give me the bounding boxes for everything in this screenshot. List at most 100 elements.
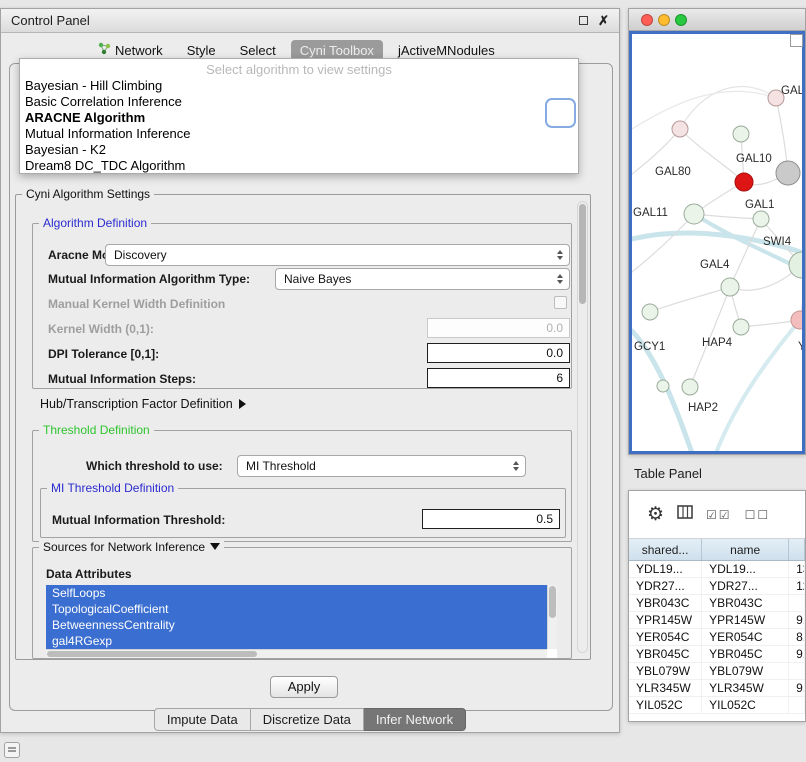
network-node[interactable] <box>721 278 739 296</box>
manual-kernel-label: Manual Kernel Width Definition <box>48 297 225 311</box>
cyni-settings-group: Cyni Algorithm Settings Algorithm Defini… <box>15 194 591 660</box>
table-cell: YLR345W <box>702 680 789 696</box>
bottom-tab-discretize-data[interactable]: Discretize Data <box>251 708 364 731</box>
zoom-traffic-light[interactable] <box>675 14 687 26</box>
close-icon[interactable]: ✗ <box>598 14 609 27</box>
network-node[interactable] <box>657 380 669 392</box>
attribute-list-item[interactable]: SelfLoops <box>46 585 547 601</box>
table-row[interactable]: YDR27...YDR27...12 <box>629 578 805 595</box>
sources-group-title[interactable]: Sources for Network Inference <box>39 540 224 554</box>
network-node[interactable] <box>642 304 658 320</box>
algorithm-option[interactable]: Basic Correlation Inference <box>20 94 578 110</box>
algorithm-option[interactable]: Bayesian - Hill Climbing <box>20 78 578 94</box>
minimize-traffic-light[interactable] <box>658 14 670 26</box>
table-column-header[interactable]: name <box>702 539 789 560</box>
network-edge[interactable] <box>632 214 694 272</box>
table-row[interactable]: YDL19...YDL19...13 <box>629 561 805 578</box>
manual-kernel-checkbox[interactable] <box>554 296 567 309</box>
algorithm-option[interactable]: Bayesian - K2 <box>20 142 578 158</box>
threshold-definition-title: Threshold Definition <box>39 423 154 437</box>
mi-threshold-label: Mutual Information Threshold: <box>52 513 225 527</box>
algorithm-dropdown[interactable]: Select algorithm to view settingsBayesia… <box>19 58 579 174</box>
network-node[interactable] <box>735 173 753 191</box>
network-node[interactable] <box>753 211 769 227</box>
network-view-window: GAL80GAL10GAL11GAL1SWI4GAL4GCY1HAP4HAP2Y… <box>628 8 806 455</box>
node-label: GAL80 <box>655 166 691 178</box>
table-cell: YDR27... <box>702 578 789 594</box>
table-cell: 13 <box>789 561 805 577</box>
table-row[interactable]: YIL052CYIL052C <box>629 697 805 714</box>
network-svg[interactable]: GAL80GAL10GAL11GAL1SWI4GAL4GCY1HAP4HAP2Y… <box>632 34 804 453</box>
attribute-list-item[interactable]: BetweennessCentrality <box>46 617 547 633</box>
network-canvas[interactable]: GAL80GAL10GAL11GAL1SWI4GAL4GCY1HAP4HAP2Y… <box>629 31 805 454</box>
node-label: GAL4 <box>700 259 730 271</box>
network-node[interactable] <box>776 161 800 185</box>
table-row[interactable]: YBL079WYBL079W <box>629 663 805 680</box>
attributes-vertical-scrollbar[interactable] <box>547 585 557 649</box>
network-node[interactable] <box>672 121 688 137</box>
network-node[interactable] <box>682 379 698 395</box>
deselect-all-checkboxes-icon[interactable]: ☐☐ <box>745 508 771 522</box>
dpi-tolerance-field[interactable]: 0.0 <box>427 343 570 363</box>
table-cell: YDR27... <box>629 578 702 594</box>
collapsed-panel-icon[interactable] <box>4 742 20 758</box>
network-node[interactable] <box>733 126 749 142</box>
apply-button[interactable]: Apply <box>270 676 338 698</box>
mi-steps-field[interactable]: 6 <box>427 368 570 388</box>
network-edge[interactable] <box>730 219 761 287</box>
data-attributes-list[interactable]: SelfLoopsTopologicalCoefficientBetweenne… <box>46 585 557 658</box>
table-column-header[interactable] <box>789 539 805 560</box>
table-cell: 12 <box>789 578 805 594</box>
mi-type-label: Mutual Information Algorithm Type: <box>48 272 250 286</box>
select-all-checkboxes-icon[interactable]: ☑☑ <box>706 508 732 522</box>
table-cell: YIL052C <box>702 697 789 713</box>
columns-icon[interactable] <box>677 505 693 524</box>
table-cell: YBL079W <box>702 663 789 679</box>
tab-label: Network <box>115 43 163 58</box>
table-row[interactable]: YLR345WYLR345W9. <box>629 680 805 697</box>
which-threshold-value: MI Threshold <box>246 459 316 473</box>
expand-right-icon <box>239 399 246 409</box>
table-cell: 9. <box>789 680 805 696</box>
algorithm-option[interactable]: ARACNE Algorithm <box>20 110 578 126</box>
network-node[interactable] <box>684 204 704 224</box>
bottom-tab-impute-data[interactable]: Impute Data <box>154 708 251 731</box>
table-row[interactable]: YBR043CYBR043C <box>629 595 805 612</box>
algorithm-option[interactable]: Mutual Information Inference <box>20 126 578 142</box>
attributes-horizontal-scrollbar[interactable] <box>46 649 547 658</box>
table-panel-title: Table Panel <box>634 466 702 481</box>
node-label: Y <box>798 341 804 353</box>
network-edge[interactable] <box>650 287 730 312</box>
settings-scrollbar[interactable] <box>577 201 588 653</box>
attribute-list-item[interactable]: gal4RGexp <box>46 633 547 649</box>
mi-type-select[interactable]: Naive Bayes <box>275 268 570 290</box>
gear-icon[interactable]: ⚙ <box>647 505 664 524</box>
tab-label: Cyni Toolbox <box>300 43 374 58</box>
aracne-mode-select[interactable]: Discovery <box>105 244 570 266</box>
attribute-list-item[interactable]: TopologicalCoefficient <box>46 601 547 617</box>
network-node[interactable] <box>733 319 749 335</box>
algorithm-option[interactable]: Dream8 DC_TDC Algorithm <box>20 158 578 174</box>
settings-group-title: Cyni Algorithm Settings <box>22 187 154 201</box>
network-edge[interactable] <box>680 86 776 129</box>
hub-section-toggle[interactable]: Hub/Transcription Factor Definition <box>40 397 246 411</box>
close-traffic-light[interactable] <box>641 14 653 26</box>
table-cell: YPR145W <box>629 612 702 628</box>
table-row[interactable]: YBR045CYBR045C9. <box>629 646 805 663</box>
data-attributes-rows: SelfLoopsTopologicalCoefficientBetweenne… <box>46 585 547 649</box>
table-header: shared...name <box>629 539 805 561</box>
bottom-tab-infer-network[interactable]: Infer Network <box>364 708 466 731</box>
network-edge[interactable] <box>632 91 776 129</box>
which-threshold-select[interactable]: MI Threshold <box>237 455 526 477</box>
table-column-header[interactable]: shared... <box>629 539 702 560</box>
network-node[interactable] <box>791 311 804 329</box>
table-cell: YIL052C <box>629 697 702 713</box>
mi-threshold-field[interactable]: 0.5 <box>422 509 560 529</box>
table-toolbar: ⚙ ☑☑ ☐☐ <box>629 491 805 539</box>
float-window-icon[interactable] <box>579 16 588 25</box>
table-row[interactable]: YPR145WYPR145W9. <box>629 612 805 629</box>
mi-steps-label: Mutual Information Steps: <box>48 372 196 386</box>
kernel-width-field[interactable]: 0.0 <box>427 318 570 338</box>
table-row[interactable]: YER054CYER054C8. <box>629 629 805 646</box>
bottom-tab-bar: Impute DataDiscretize DataInfer Network <box>1 708 619 731</box>
